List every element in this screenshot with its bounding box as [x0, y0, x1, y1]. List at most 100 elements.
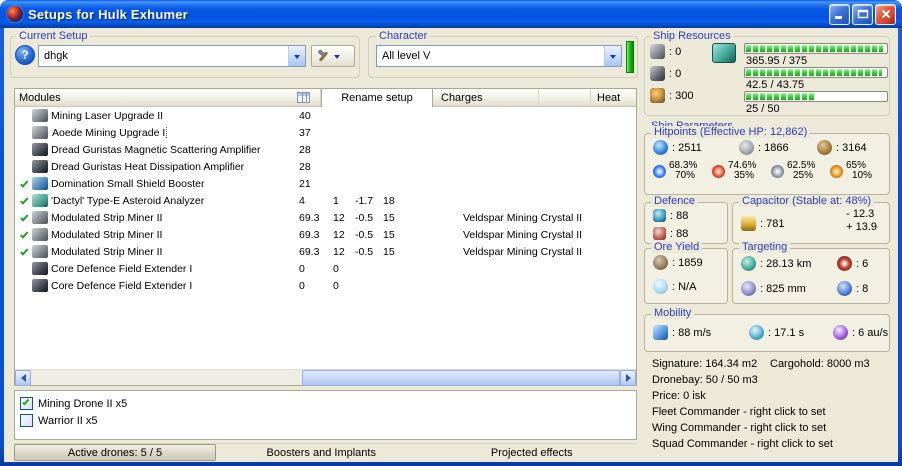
charges-column-header[interactable]: Charges	[433, 89, 539, 106]
module-row[interactable]: Core Defence Field Extender I 0 0	[15, 260, 636, 277]
cpu-icon	[712, 43, 736, 63]
arrow-right-icon	[625, 373, 635, 382]
module-row[interactable]: Dread Guristas Heat Dissipation Amplifie…	[15, 158, 636, 175]
current-setup-combobox[interactable]: dhgk	[38, 45, 306, 67]
column-select-icon[interactable]	[297, 92, 310, 103]
drone-row[interactable]: Warrior II x5	[20, 412, 636, 429]
warp-speed-value: : 6 au/s	[852, 326, 889, 339]
modules-header-label: Modules	[19, 91, 61, 104]
shield-recharge-value: : 88	[670, 209, 689, 222]
calibration-value: : 300	[669, 89, 694, 102]
module-col-3: -1.7	[355, 194, 374, 207]
combo-arrow-button[interactable]	[604, 46, 621, 66]
module-icon	[32, 109, 48, 122]
armor-icon	[739, 140, 754, 155]
module-row[interactable]: Modulated Strip Miner II 69.3 12 -0.5 15…	[15, 243, 636, 260]
module-name: Core Defence Field Extender I	[51, 262, 193, 275]
character-combobox[interactable]: All level V	[376, 45, 622, 67]
module-col-4: 18	[383, 194, 395, 207]
heat-column-header[interactable]: Heat	[591, 89, 636, 106]
module-icon	[32, 279, 48, 292]
targeting-panel: Targeting : 28.13 km : 6 : 825 mm : 8	[732, 241, 890, 304]
warp-speed-icon	[833, 325, 848, 340]
drone-checkbox[interactable]	[20, 414, 33, 427]
skill-level-bar	[626, 41, 634, 73]
thermal-resist-icon	[712, 164, 725, 178]
drone-row[interactable]: Mining Drone II x5	[20, 395, 636, 412]
module-col-1: 0	[299, 262, 305, 275]
ice-yield-icon	[653, 279, 668, 294]
module-row[interactable]: Domination Small Shield Booster 21	[15, 175, 636, 192]
module-row[interactable]: Dread Guristas Magnetic Scattering Ampli…	[15, 141, 636, 158]
projected-effects-button[interactable]: Projected effects	[427, 444, 638, 461]
maximize-icon	[857, 9, 868, 19]
module-col-3: -0.5	[355, 211, 374, 224]
minimize-button[interactable]	[829, 3, 850, 25]
module-col-3: -0.5	[355, 228, 374, 241]
modules-column-header[interactable]: Modules	[15, 89, 321, 106]
scroll-left-button[interactable]	[15, 369, 31, 386]
scroll-right-button[interactable]	[620, 369, 636, 386]
module-row[interactable]: 'Dactyl' Type-E Asteroid Analyzer 4 1 -1…	[15, 192, 636, 209]
armor-hp: : 1866	[758, 141, 789, 154]
capacitor-recharge: + 13.9	[846, 221, 877, 233]
modules-list: Mining Laser Upgrade II 40 Aoede Mining …	[15, 107, 636, 368]
module-col-1: 69.3	[299, 245, 320, 258]
help-button[interactable]: ?	[15, 45, 35, 65]
module-row-selected[interactable]: Aoede Mining Upgrade I 37	[15, 124, 636, 141]
fleet-commander-text[interactable]: Fleet Commander - right click to set	[652, 406, 826, 418]
turret-hardpoints-icon	[650, 44, 665, 59]
setup-tools-button[interactable]	[311, 45, 355, 67]
price-text: Price: 0 isk	[652, 390, 706, 402]
checkbox-check-icon	[22, 398, 30, 406]
arrow-left-icon	[17, 373, 26, 382]
combo-arrow-button[interactable]	[288, 46, 305, 66]
explosive-armor-resist: 10%	[852, 170, 873, 181]
active-drones-panel[interactable]: Active drones: 5 / 5	[14, 444, 216, 461]
wing-commander-text[interactable]: Wing Commander - right click to set	[652, 422, 826, 434]
fitted-check-icon	[20, 246, 29, 256]
close-button[interactable]	[875, 3, 896, 25]
module-col-2: 0	[333, 262, 339, 275]
module-icon	[32, 262, 48, 275]
hitpoints-panel: Hitpoints (Effective HP: 12,862) : 2511 …	[644, 126, 890, 195]
shield-hp: : 2511	[672, 141, 702, 154]
structure-hp: : 3164	[836, 141, 867, 154]
align-time-value: : 17.1 s	[768, 326, 805, 339]
turret-hardpoints: : 0	[650, 44, 681, 59]
module-icon	[32, 228, 48, 241]
signature-text: Signature: 164.34 m2	[652, 358, 758, 370]
module-row[interactable]: Core Defence Field Extender I 0 0	[15, 277, 636, 294]
kinetic-resist-icon	[771, 164, 784, 178]
cpu-text: 365.95 / 375	[746, 55, 808, 67]
module-row[interactable]: Modulated Strip Miner II 69.3 12 -0.5 15…	[15, 209, 636, 226]
shield-recharge-icon	[653, 209, 666, 222]
sensor-strength-value: : 8	[856, 282, 869, 295]
calibration: : 300	[650, 88, 693, 103]
module-name: 'Dactyl' Type-E Asteroid Analyzer	[51, 194, 205, 207]
fitted-check-icon	[20, 212, 29, 222]
boosters-implants-button[interactable]: Boosters and Implants	[216, 444, 427, 461]
align-time-icon	[749, 325, 764, 340]
module-col-2: 12	[333, 211, 345, 224]
horizontal-scrollbar[interactable]	[15, 369, 636, 386]
drone-label: Warrior II x5	[38, 414, 98, 427]
module-col-1: 69.3	[299, 211, 320, 224]
scrollbar-track[interactable]	[31, 369, 620, 386]
module-icon	[32, 211, 48, 224]
squad-commander-text[interactable]: Squad Commander - right click to set	[652, 438, 833, 450]
scrollbar-thumb[interactable]	[301, 369, 620, 386]
mobility-label: Mobility	[651, 307, 695, 319]
module-row[interactable]: Modulated Strip Miner II 69.3 12 -0.5 15…	[15, 226, 636, 243]
drone-checkbox[interactable]	[20, 397, 33, 410]
fitted-check-icon	[20, 178, 29, 188]
maximize-button[interactable]	[852, 3, 873, 25]
help-icon: ?	[21, 48, 29, 62]
module-row[interactable]: Mining Laser Upgrade II 40	[15, 107, 636, 124]
ore-yield-panel: Ore Yield : 1859 : N/A	[644, 241, 728, 304]
ice-yield-value: : N/A	[672, 280, 697, 293]
title-bar[interactable]: Setups for Hulk Exhumer	[0, 0, 902, 28]
current-setup-label: Current Setup	[16, 30, 91, 42]
module-col-4: 15	[383, 211, 395, 224]
tab-rename-setup[interactable]: Rename setup	[321, 89, 433, 107]
